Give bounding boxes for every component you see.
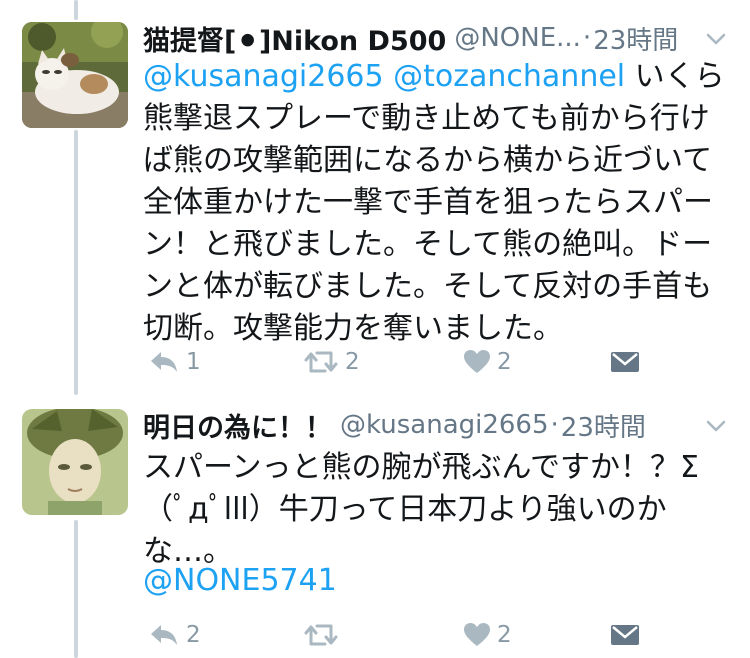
retweet-icon	[303, 349, 339, 375]
display-name[interactable]: 明日の為に！！	[143, 406, 332, 445]
tweet-text: スパーンっと熊の腕が飛ぶんですか！？Σ（ﾟдﾟlll）牛刀って日本刀より強いのか…	[143, 447, 733, 573]
display-name[interactable]: 猫提督[⚫]Nikon D500	[143, 19, 446, 58]
like-count: 2	[497, 622, 512, 648]
retweet-icon	[303, 622, 339, 648]
tweet-body: スパーンっと熊の腕が飛ぶんですか！？Σ（ﾟдﾟlll）牛刀って日本刀より強いのか…	[143, 450, 699, 569]
tweet[interactable]: 猫提督[⚫]Nikon D500 @NONE... · 23時間 @kusana…	[0, 0, 750, 395]
tweet-body: いくら熊撃退スプレーで動き止めても前から行けば熊の攻撃範囲になるから横から近づい…	[143, 59, 725, 346]
like-button[interactable]: 2	[463, 342, 512, 382]
user-handle[interactable]: @NONE...	[454, 23, 581, 53]
dm-button[interactable]	[610, 342, 640, 382]
retweet-count: 2	[345, 349, 360, 375]
reply-button[interactable]: 2	[148, 615, 201, 655]
reply-icon	[148, 349, 180, 375]
reply-button[interactable]: 1	[148, 342, 201, 382]
tweet[interactable]: 明日の為に！！ @kusanagi2665 · 23時間 スパーンっと熊の腕が飛…	[0, 395, 750, 658]
envelope-icon	[610, 623, 640, 647]
heart-icon	[463, 622, 491, 648]
chevron-down-icon[interactable]	[704, 27, 728, 51]
action-bar: 1 2 2	[143, 342, 643, 382]
heart-icon	[463, 349, 491, 375]
mention-link[interactable]: @kusanagi2665	[143, 59, 384, 94]
retweet-button[interactable]	[303, 615, 345, 655]
tweet-header: 明日の為に！！ @kusanagi2665 · 23時間	[143, 405, 730, 445]
avatar[interactable]	[22, 409, 128, 515]
tweet-text: @kusanagi2665 @tozanchannel いくら熊撃退スプレーで動…	[143, 56, 733, 350]
like-button[interactable]: 2	[463, 615, 512, 655]
user-handle[interactable]: @kusanagi2665	[340, 410, 549, 440]
mention-link[interactable]: @tozanchannel	[393, 59, 625, 94]
reply-count: 1	[186, 349, 201, 375]
dm-button[interactable]	[610, 615, 640, 655]
avatar[interactable]	[22, 22, 128, 128]
envelope-icon	[610, 350, 640, 374]
timestamp[interactable]: 23時間	[561, 407, 646, 444]
reply-icon	[148, 622, 180, 648]
chevron-down-icon[interactable]	[704, 414, 728, 438]
reply-count: 2	[186, 622, 201, 648]
timestamp[interactable]: 23時間	[593, 20, 678, 57]
action-bar: 2 2	[143, 615, 643, 655]
tweet-mention-line: @NONE5741	[143, 560, 733, 602]
like-count: 2	[497, 349, 512, 375]
separator: ·	[582, 23, 592, 53]
mention-link[interactable]: @NONE5741	[143, 563, 337, 598]
tweet-header: 猫提督[⚫]Nikon D500 @NONE... · 23時間	[143, 18, 730, 58]
retweet-button[interactable]: 2	[303, 342, 360, 382]
separator: ·	[550, 410, 559, 440]
